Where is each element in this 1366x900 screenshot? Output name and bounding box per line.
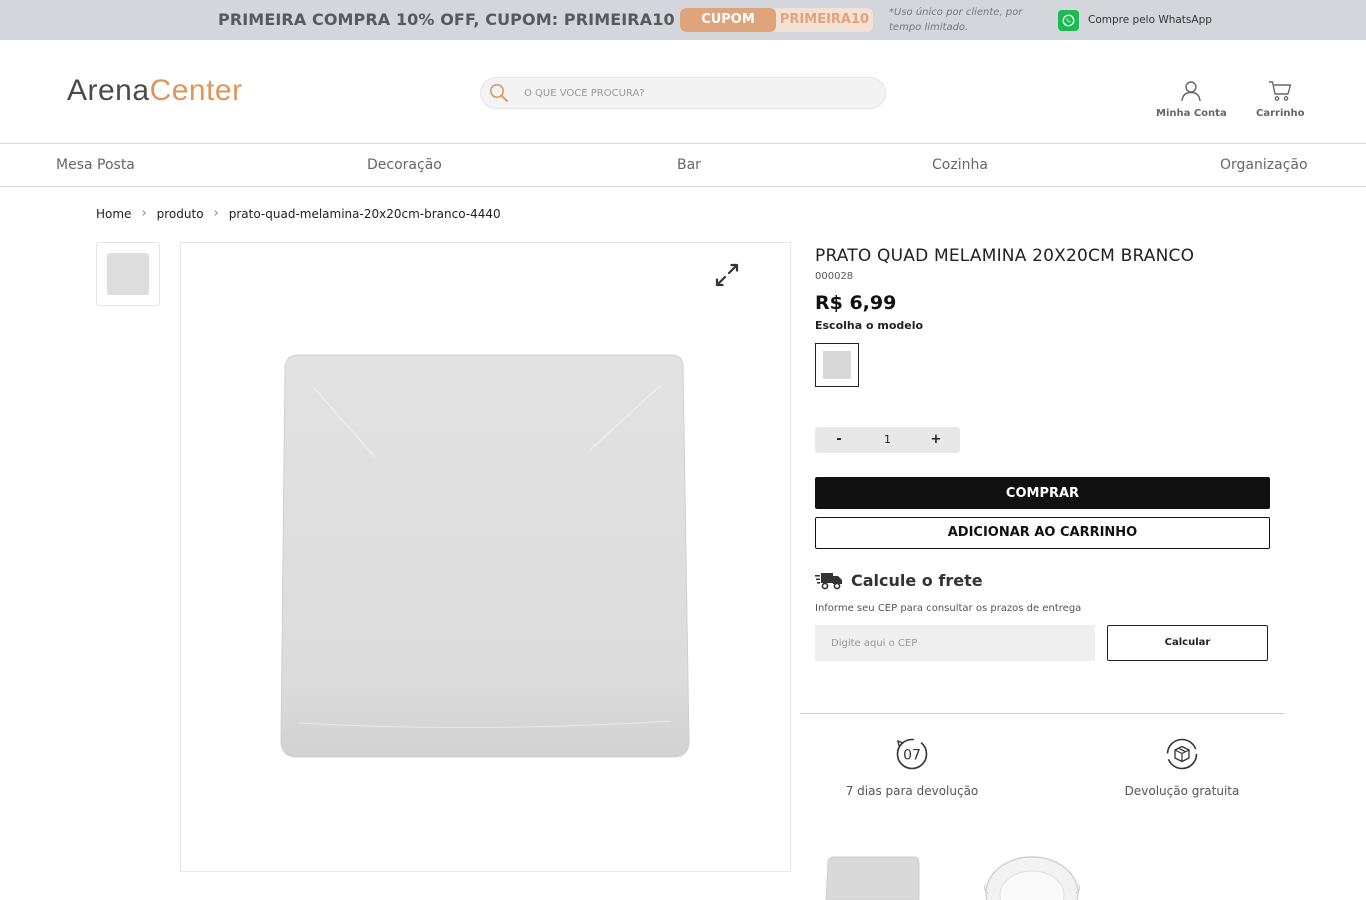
quantity-value[interactable]: 1 [863,427,912,453]
shipping-title: Calcule o frete [851,570,983,590]
breadcrumb-home[interactable]: Home [96,207,131,221]
user-icon [1181,81,1202,102]
cart-link[interactable]: Carrinho [1256,80,1305,119]
header-divider [0,143,1366,144]
breadcrumb-produto[interactable]: produto [157,207,204,221]
nav-item-bar[interactable]: Bar [677,157,701,173]
promo-bar: PRIMEIRA COMPRA 10% OFF, CUPOM: PRIMEIRA… [0,0,1366,40]
plate-image [280,354,690,758]
whatsapp-link[interactable]: Compre pelo WhatsApp [1058,9,1212,31]
delivery-truck-icon [815,573,842,590]
coupon-badge[interactable]: CUPOM PRIMEIRA10 [680,8,873,32]
whatsapp-label: Compre pelo WhatsApp [1088,14,1212,26]
feature-label: Devolução gratuita [1124,784,1240,798]
product-main-image[interactable] [180,242,791,872]
calculate-shipping-button[interactable]: Calcular [1107,625,1268,661]
nav-divider [0,186,1366,187]
product-thumbnail[interactable] [96,242,160,306]
logo-text-center: Center [149,74,243,107]
feature-free-return: Devolução gratuita [1082,737,1282,798]
cart-icon [1269,81,1292,101]
related-product-round-bowl[interactable] [983,855,1081,900]
product-sku: 000028 [815,271,854,282]
breadcrumb: Home › produto › prato-quad-melamina-20x… [96,206,501,221]
search-icon[interactable] [489,83,509,103]
promo-headline: PRIMEIRA COMPRA 10% OFF, CUPOM: PRIMEIRA… [218,10,675,29]
coupon-code: PRIMEIRA10 [779,12,870,27]
chevron-right-icon: › [141,206,147,221]
expand-icon[interactable] [713,261,741,289]
model-swatch[interactable] [815,343,859,387]
free-return-box-icon [1166,738,1198,770]
buy-button[interactable]: COMPRAR [815,477,1270,509]
feature-label: 7 dias para devolução [845,784,979,798]
feature-seven-days-return: 07 7 dias para devolução [812,737,1012,798]
quantity-stepper: - 1 + [815,427,960,453]
account-label: Minha Conta [1156,108,1227,119]
shipping-heading: Calcule o frete [815,570,983,590]
add-to-cart-button[interactable]: ADICIONAR AO CARRINHO [815,517,1270,549]
seven-days-badge: 07 [903,748,921,764]
chevron-right-icon: › [213,206,219,221]
shipping-info: Informe seu CEP para consultar os prazos… [815,603,1082,614]
thumbnail-image [107,253,149,295]
product-title: PRATO QUAD MELAMINA 20X20CM BRANCO [815,246,1195,266]
quantity-decrease-button[interactable]: - [815,427,863,453]
nav-item-decoracao[interactable]: Decoração [367,157,442,173]
swatch-image [823,351,851,379]
related-product-image [825,856,920,900]
product-price: R$ 6,99 [815,292,897,314]
seven-days-icon: 07 [896,738,928,770]
nav-item-mesa-posta[interactable]: Mesa Posta [56,157,135,173]
logo-text-arena: Arena [67,74,150,107]
quantity-increase-button[interactable]: + [912,427,960,453]
cart-label: Carrinho [1256,108,1305,119]
model-label: Escolha o modelo [815,319,924,332]
search-input[interactable] [524,78,874,108]
search-bar [480,77,886,109]
cep-input[interactable] [815,625,1095,661]
nav-item-organizacao[interactable]: Organização [1220,157,1308,173]
account-link[interactable]: Minha Conta [1156,80,1227,119]
promo-note: *Uso único por cliente, por tempo limita… [889,7,1023,33]
related-product-square-plate[interactable] [824,855,920,900]
section-divider [800,713,1284,714]
related-product-image [983,856,1081,900]
coupon-label: CUPOM [680,8,776,32]
site-logo[interactable]: ArenaCenter [67,74,243,108]
breadcrumb-current: prato-quad-melamina-20x20cm-branco-4440 [228,206,501,221]
whatsapp-icon [1058,9,1079,31]
nav-item-cozinha[interactable]: Cozinha [932,157,988,173]
